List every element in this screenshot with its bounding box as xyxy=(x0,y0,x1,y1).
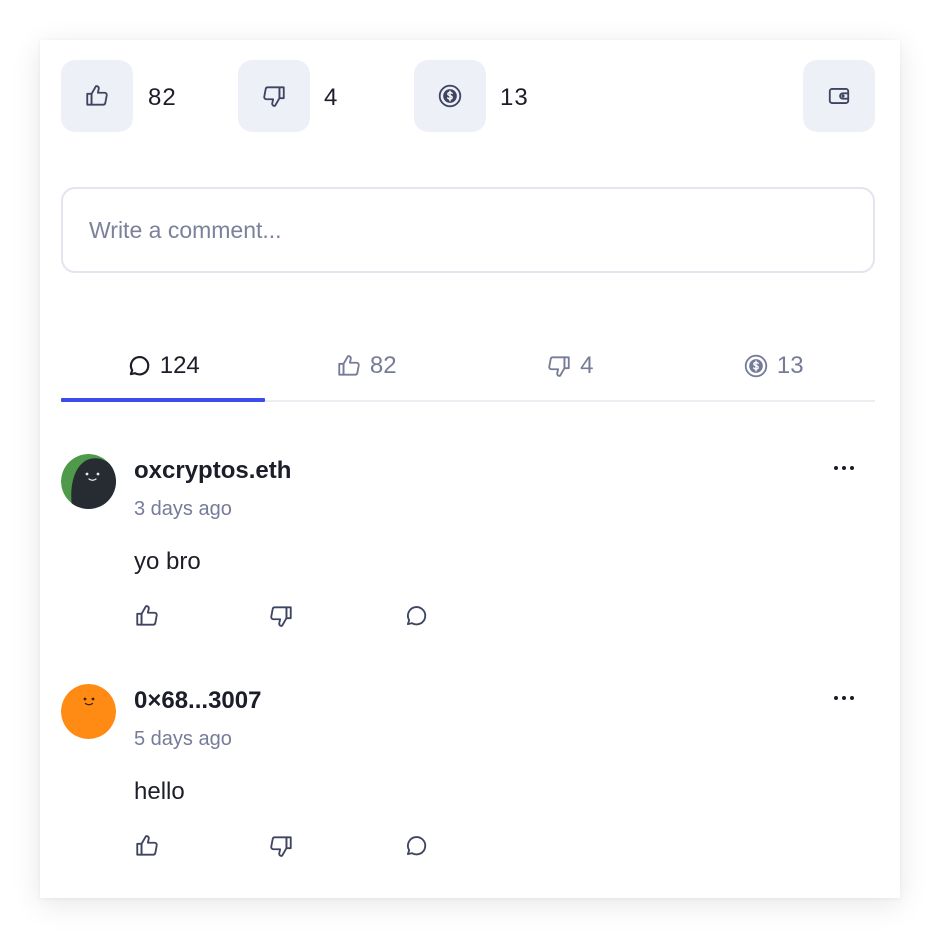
comment-text: hello xyxy=(134,778,185,805)
comment-dislike-button[interactable] xyxy=(267,602,295,630)
thumbs-up-icon xyxy=(338,354,360,376)
tab-likes[interactable]: 82 xyxy=(265,337,469,400)
avatar[interactable] xyxy=(61,684,116,739)
dislike-button[interactable] xyxy=(238,60,310,132)
comment-author[interactable]: 0×68...3007 xyxy=(134,687,261,715)
comment-item: 0×68...3007 5 days ago hello xyxy=(61,684,875,894)
tip-button[interactable] xyxy=(414,60,486,132)
comment-text: yo bro xyxy=(134,548,201,575)
comment-tabs: 124 82 4 13 xyxy=(61,337,875,402)
chat-bubble-icon xyxy=(129,355,150,375)
thumbs-up-icon xyxy=(136,605,158,626)
chat-bubble-icon xyxy=(406,836,427,856)
thumbs-down-icon xyxy=(270,836,292,857)
tip-count: 13 xyxy=(500,84,529,111)
thumbs-down-icon xyxy=(263,86,285,107)
post-engagement-card: 82 4 13 124 xyxy=(40,40,900,898)
thumbs-down-icon xyxy=(270,606,292,627)
thumbs-up-icon xyxy=(136,835,158,856)
comment-author[interactable]: oxcryptos.eth xyxy=(134,457,291,485)
comment-reply-button[interactable] xyxy=(402,602,430,630)
more-options-button[interactable] xyxy=(827,454,861,482)
tab-dislikes-count: 4 xyxy=(580,351,594,379)
dollar-coin-icon xyxy=(438,84,462,108)
thumbs-up-icon xyxy=(86,85,108,106)
tab-tips[interactable]: 13 xyxy=(672,337,876,400)
chat-bubble-icon xyxy=(406,606,427,626)
wallet-icon xyxy=(828,88,850,104)
comment-item: oxcryptos.eth 3 days ago yo bro xyxy=(61,454,875,664)
comment-timestamp: 5 days ago xyxy=(134,728,232,750)
more-options-button[interactable] xyxy=(827,684,861,712)
like-count: 82 xyxy=(148,84,177,111)
tab-tips-count: 13 xyxy=(776,351,804,379)
wallet-button[interactable] xyxy=(803,60,875,132)
tab-dislikes[interactable]: 4 xyxy=(468,337,672,400)
tab-comments-count: 124 xyxy=(159,351,200,379)
more-dots-icon xyxy=(834,696,854,700)
comment-input[interactable] xyxy=(61,187,875,273)
dislike-count: 4 xyxy=(324,84,339,111)
orange-avatar-icon xyxy=(61,684,116,739)
like-button[interactable] xyxy=(61,60,133,132)
more-dots-icon xyxy=(834,466,854,470)
tab-comments[interactable]: 124 xyxy=(61,337,265,402)
comment-reply-button[interactable] xyxy=(402,832,430,860)
thumbs-down-icon xyxy=(548,355,570,377)
dark-avatar-icon xyxy=(61,454,116,509)
comment-like-button[interactable] xyxy=(133,602,161,630)
comment-dislike-button[interactable] xyxy=(267,832,295,860)
comment-timestamp: 3 days ago xyxy=(134,498,232,520)
tab-likes-count: 82 xyxy=(369,351,397,379)
comment-like-button[interactable] xyxy=(133,832,161,860)
dollar-coin-icon xyxy=(744,354,768,377)
avatar[interactable] xyxy=(61,454,116,509)
